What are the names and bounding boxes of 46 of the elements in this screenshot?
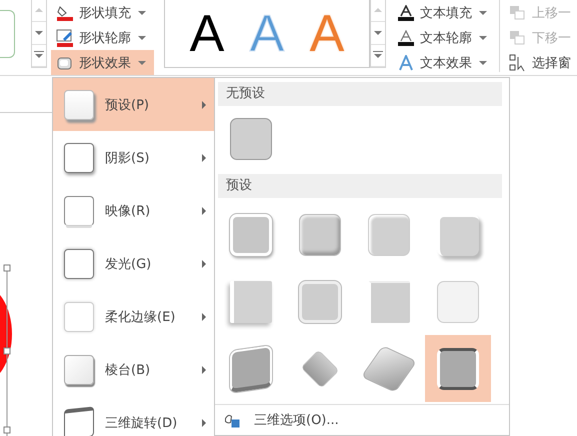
more-caret-icon — [33, 50, 45, 60]
shape-command-button[interactable]: 形状轮廓 — [51, 25, 154, 50]
shape-command-button[interactable]: 形状填充 — [51, 0, 154, 25]
section-header: 无预设 — [218, 82, 502, 106]
submenu-arrow-icon — [202, 366, 206, 374]
preset-tile-icon — [368, 280, 410, 322]
submenu-arrow-icon — [202, 260, 206, 268]
preset-option[interactable] — [425, 335, 491, 402]
soft-edge-square-icon — [64, 302, 94, 332]
reflection-square-icon — [64, 196, 94, 226]
glow-square-icon — [64, 248, 94, 278]
effects-menu-item[interactable]: 预设(P) — [53, 78, 214, 131]
bevel-square-icon — [64, 354, 94, 384]
shadow-square-icon — [64, 142, 94, 172]
rotated-square-icon — [64, 406, 94, 436]
preset-tile-icon — [230, 344, 272, 392]
preset-tile-icon — [230, 118, 272, 160]
shape-effects-icon — [56, 54, 74, 70]
text-command-button[interactable]: 文本效果 — [392, 50, 495, 75]
preset-tile-icon — [437, 280, 479, 322]
submenu-arrow-icon — [202, 154, 206, 162]
text-command-button[interactable]: 文本轮廓 — [392, 25, 495, 50]
text-outline-icon — [397, 30, 415, 46]
preset-tile-icon — [437, 348, 479, 390]
submenu-arrow-icon — [202, 100, 206, 108]
more-caret-icon — [372, 50, 384, 60]
pencil-icon — [56, 28, 74, 46]
paint-bucket-icon — [56, 4, 74, 20]
wordart-style-option[interactable]: A — [186, 8, 228, 60]
preset-tile-icon — [299, 280, 341, 322]
text-fill-icon — [397, 4, 415, 20]
arrange-command-button[interactable]: 选择窗 — [504, 50, 577, 75]
text-effects-icon — [397, 54, 415, 70]
selection-pane-icon — [509, 54, 527, 72]
preset-tile-icon — [299, 214, 341, 256]
submenu-arrow-icon — [202, 312, 206, 320]
section-header: 预设 — [218, 174, 502, 198]
bring-forward-icon — [509, 4, 527, 20]
submenu-arrow-icon — [202, 206, 206, 214]
preset-square-icon — [64, 90, 94, 120]
text-command-button[interactable]: 文本填充 — [392, 0, 495, 25]
submenu-arrow-icon — [202, 418, 206, 426]
send-backward-icon — [509, 30, 527, 46]
preset-tile-icon — [368, 214, 410, 256]
preset-tile-icon — [230, 214, 272, 256]
shape-command-button[interactable]: 形状效果 — [51, 50, 154, 75]
